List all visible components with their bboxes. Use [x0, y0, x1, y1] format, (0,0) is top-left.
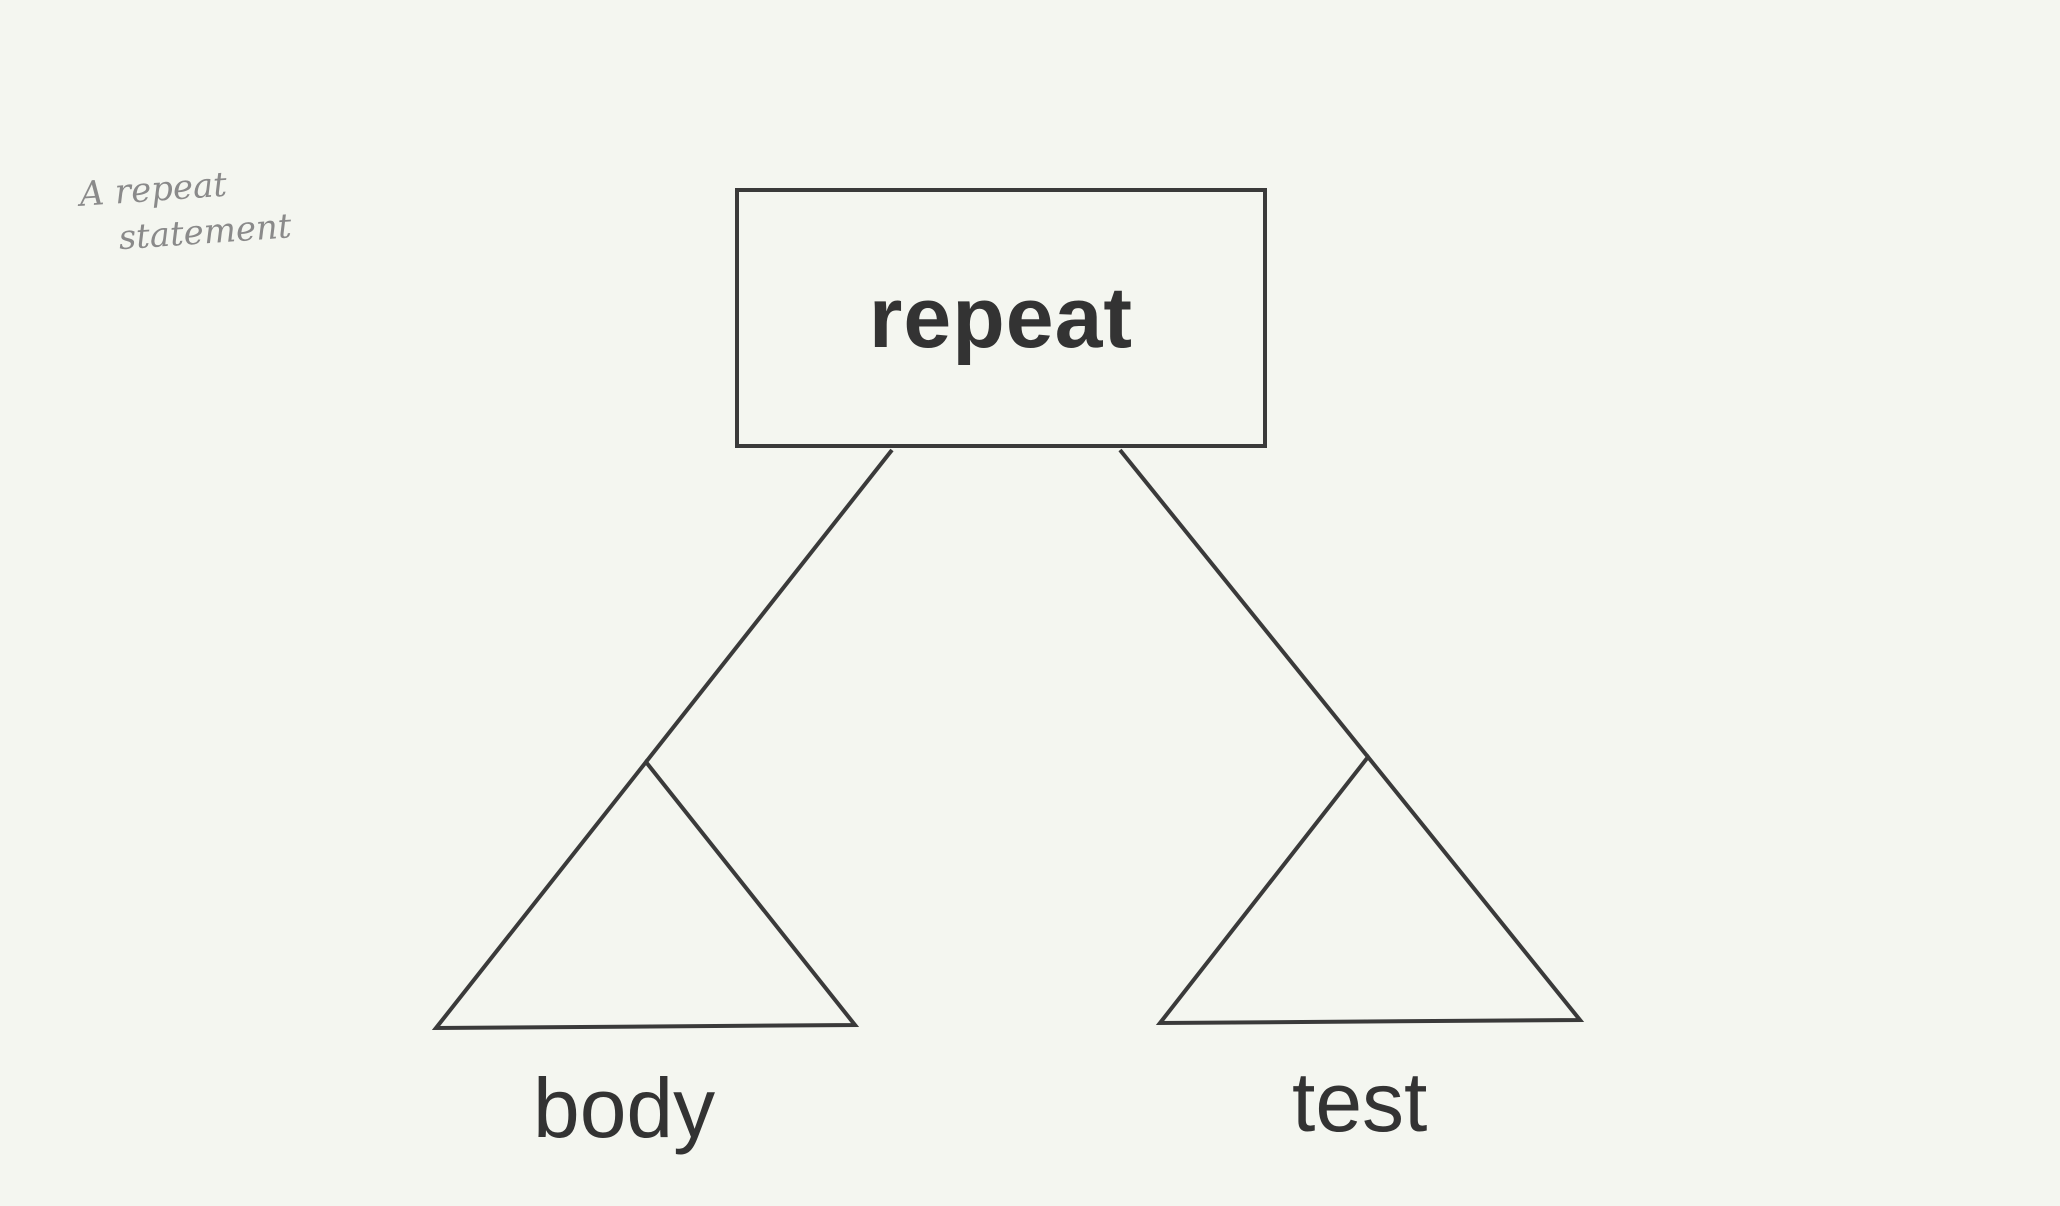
tree-diagram: [431, 448, 1585, 1031]
edge-root-to-test: [1118, 448, 1370, 759]
test-subtree-label: test: [1292, 1055, 1428, 1149]
page: A repeat statement repeat body test: [0, 0, 2060, 1206]
edge-root-to-body: [644, 448, 894, 764]
body-subtree-label: body: [533, 1061, 716, 1155]
repeat-node: repeat: [735, 188, 1267, 448]
subtree-triangle-body: [431, 758, 860, 1031]
subtree-triangle-test: [1155, 753, 1585, 1026]
repeat-node-label: repeat: [868, 269, 1134, 366]
